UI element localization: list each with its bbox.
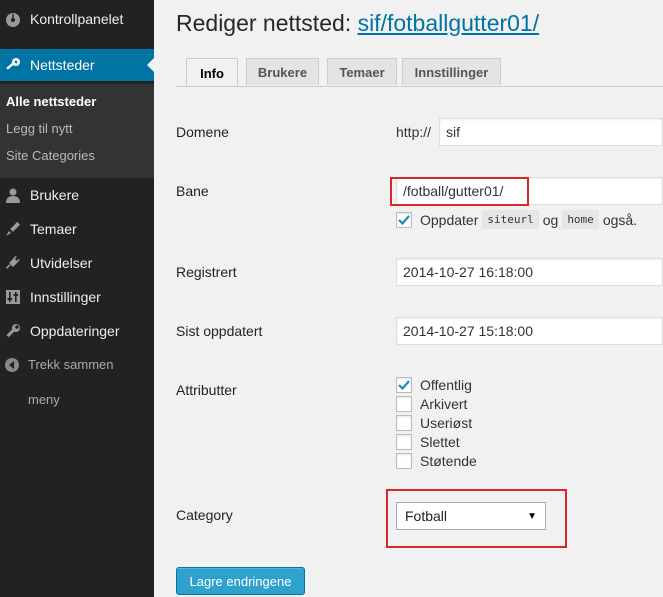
attribute-label: Slettet: [420, 434, 460, 450]
category-label: Category: [176, 507, 233, 523]
collapse-label-line2: meny: [28, 392, 60, 407]
collapse-arrow-icon: [5, 358, 19, 372]
tabs-divider: [176, 86, 663, 87]
last-updated-label: Sist oppdatert: [176, 323, 263, 339]
wrench-icon: [5, 323, 21, 339]
submenu-add-new[interactable]: Legg til nytt: [6, 121, 73, 136]
brush-icon: [5, 221, 21, 237]
key-icon: [5, 57, 21, 73]
attribute-label: Støtende: [420, 453, 477, 469]
attribute-archived-checkbox[interactable]: [396, 396, 412, 412]
category-select[interactable]: Fotball ▼: [396, 502, 546, 530]
update-text-mid: og: [542, 211, 559, 228]
menu-label: Oppdateringer: [30, 323, 120, 339]
attribute-spam-row[interactable]: Useriøst: [396, 415, 472, 431]
checkmark-icon: [398, 214, 410, 225]
attribute-mature-checkbox[interactable]: [396, 453, 412, 469]
submenu-site-categories[interactable]: Site Categories: [6, 148, 95, 163]
main-content: Rediger nettsted: sif/fotballgutter01/ I…: [154, 0, 663, 597]
home-code: home: [562, 210, 599, 229]
attribute-deleted-row[interactable]: Slettet: [396, 434, 460, 450]
menu-label: Utvidelser: [30, 255, 93, 271]
sites-submenu: Alle nettsteder Legg til nytt Site Categ…: [0, 84, 154, 178]
tab-settings[interactable]: Innstillinger: [402, 58, 501, 85]
menu-label: Temaer: [30, 221, 77, 237]
tab-info[interactable]: Info: [186, 58, 238, 87]
submenu-all-sites[interactable]: Alle nettsteder: [6, 94, 96, 109]
attribute-spam-checkbox[interactable]: [396, 415, 412, 431]
domain-prefix: http://: [396, 124, 432, 140]
update-siteurl-row[interactable]: Oppdater siteurl og home også.: [396, 210, 637, 229]
registered-label: Registrert: [176, 264, 237, 280]
tab-themes[interactable]: Temaer: [327, 58, 397, 85]
attribute-public-checkbox[interactable]: [396, 377, 412, 393]
page-title-prefix: Rediger nettsted:: [176, 10, 358, 36]
chevron-down-icon: ▼: [527, 510, 537, 522]
attribute-label: Arkivert: [420, 396, 468, 412]
attribute-archived-row[interactable]: Arkivert: [396, 396, 467, 412]
site-link[interactable]: sif/fotballgutter01/: [358, 10, 540, 36]
checkmark-icon: [398, 380, 410, 391]
menu-item-users[interactable]: Brukere: [0, 179, 154, 211]
page-title: Rediger nettsted: sif/fotballgutter01/: [176, 10, 539, 37]
menu-item-themes[interactable]: Temaer: [0, 213, 154, 245]
menu-label: Brukere: [30, 187, 80, 203]
save-changes-button[interactable]: Lagre endringene: [176, 567, 305, 595]
domain-label: Domene: [176, 124, 229, 140]
collapse-label-line1: Trekk sammen: [28, 357, 114, 372]
category-selected-value: Fotball: [405, 508, 448, 524]
plugin-icon: [5, 255, 21, 271]
attributes-label: Attributter: [176, 382, 237, 398]
settings-icon: [5, 289, 21, 305]
menu-label: Kontrollpanelet: [30, 11, 124, 27]
last-updated-input[interactable]: 2014-10-27 15:18:00: [396, 317, 663, 345]
menu-item-updates[interactable]: Oppdateringer: [0, 315, 154, 347]
update-text-before: Oppdater: [420, 211, 479, 228]
menu-item-sites[interactable]: Nettsteder: [0, 49, 154, 81]
menu-label: Innstillinger: [30, 289, 101, 305]
tab-users[interactable]: Brukere: [246, 58, 319, 85]
update-text-after: også.: [602, 211, 638, 228]
menu-label: Nettsteder: [30, 57, 95, 73]
menu-item-settings[interactable]: Innstillinger: [0, 281, 154, 313]
attribute-mature-row[interactable]: Støtende: [396, 453, 477, 469]
registered-input[interactable]: 2014-10-27 16:18:00: [396, 258, 663, 286]
update-siteurl-checkbox[interactable]: [396, 211, 412, 228]
attribute-label: Offentlig: [420, 377, 472, 393]
path-label: Bane: [176, 183, 209, 199]
menu-item-dashboard[interactable]: Kontrollpanelet: [0, 3, 154, 35]
dashboard-icon: [5, 11, 21, 27]
siteurl-code: siteurl: [482, 210, 539, 229]
path-highlight-box: [390, 177, 529, 206]
domain-input[interactable]: sif: [439, 118, 663, 146]
attribute-public-row[interactable]: Offentlig: [396, 377, 472, 393]
attribute-deleted-checkbox[interactable]: [396, 434, 412, 450]
menu-item-plugins[interactable]: Utvidelser: [0, 247, 154, 279]
users-icon: [5, 187, 21, 203]
admin-sidebar: Kontrollpanelet Nettsteder Alle nettsted…: [0, 0, 154, 597]
attribute-label: Useriøst: [420, 415, 473, 431]
